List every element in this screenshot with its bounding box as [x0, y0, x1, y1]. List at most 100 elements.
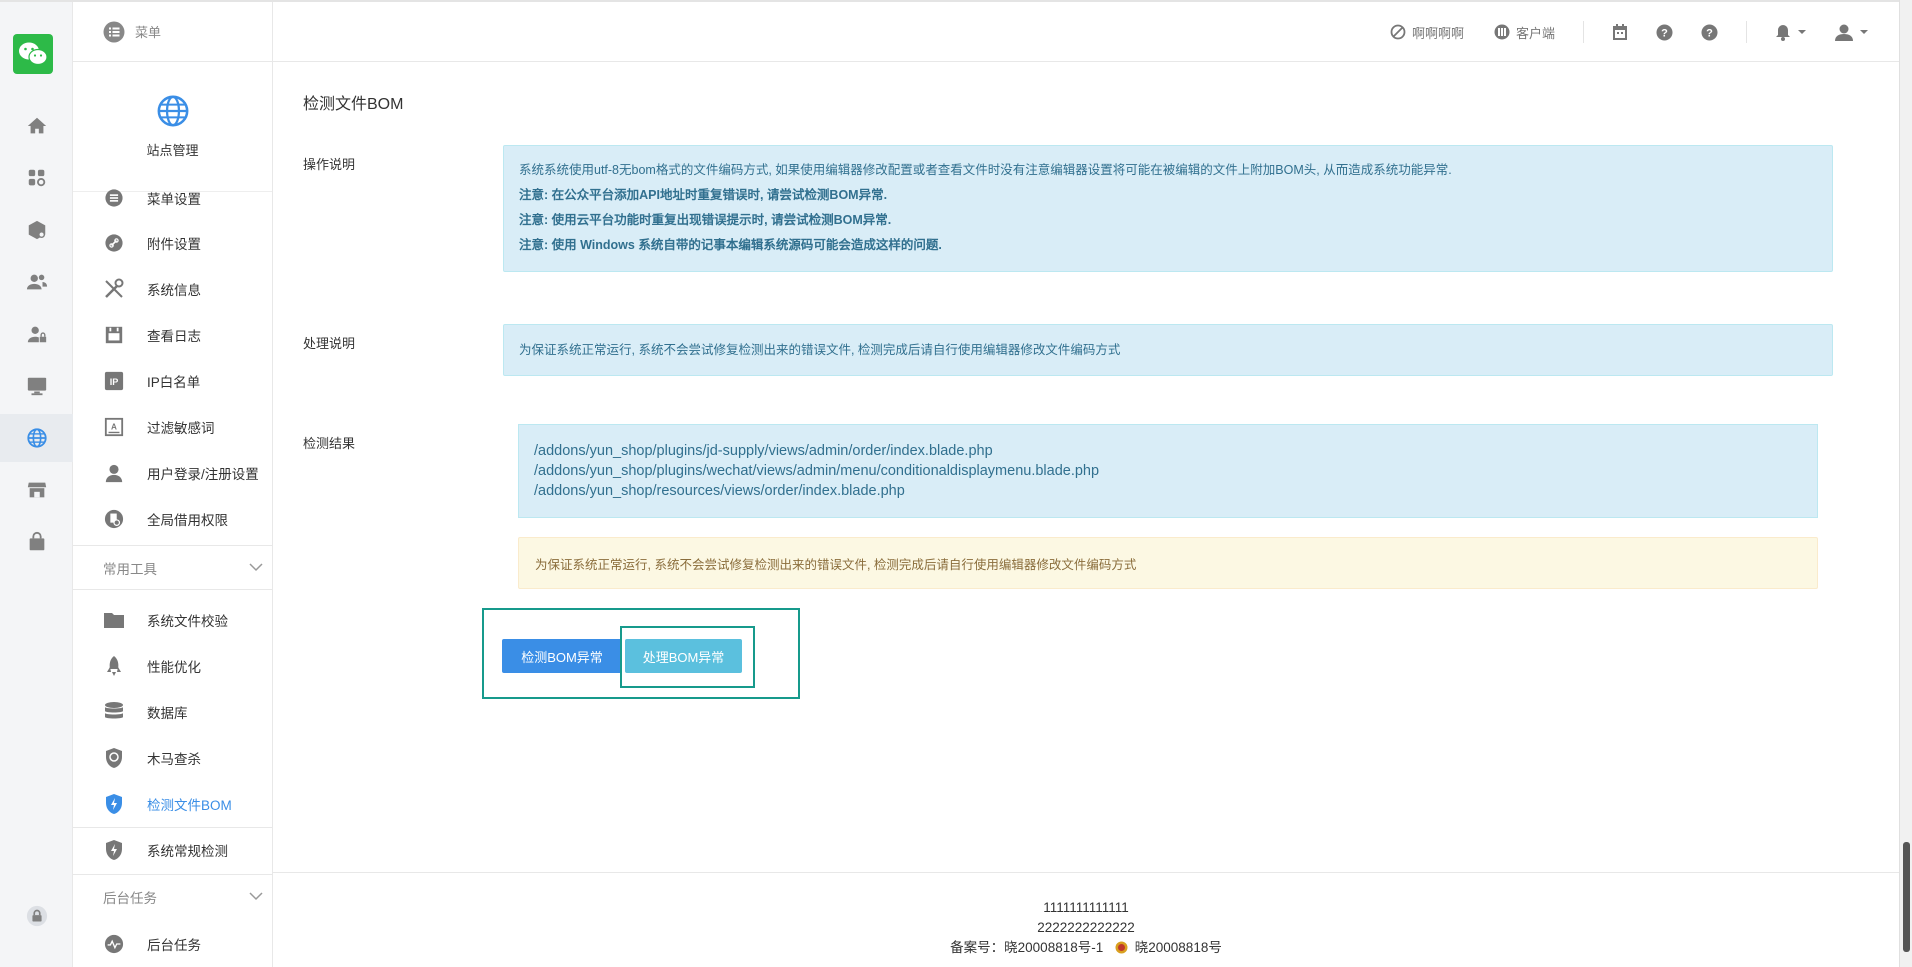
footer-beian-row: 备案号：晓20008818号-1 晓20008818号 [273, 938, 1899, 960]
wechat-logo[interactable] [13, 34, 53, 74]
page-title: 检测文件BOM [303, 96, 404, 113]
svg-text:?: ? [1706, 27, 1713, 39]
monitor-icon [27, 377, 46, 396]
menu-toggle[interactable]: 菜单 [73, 2, 272, 62]
nav-performance[interactable]: 性能优化 [73, 644, 273, 688]
proc-text: 为保证系统正常运行, 系统不会尝试修复检测出来的错误文件, 检测完成后请自行使用… [519, 343, 1121, 357]
group-label: 常用工具 [103, 561, 157, 577]
globe-icon [157, 95, 188, 127]
rail-user-lock[interactable] [0, 310, 73, 358]
police-link[interactable]: 晓20008818号 [1135, 940, 1222, 955]
svg-text:?: ? [1661, 27, 1668, 39]
rail-bag[interactable] [0, 518, 73, 566]
calendar-button[interactable] [1612, 23, 1628, 41]
group-common-tools[interactable]: 常用工具 [73, 545, 273, 589]
rail-users[interactable] [0, 258, 73, 306]
nav-background-task[interactable]: 后台任务 [73, 922, 273, 966]
nav-label: 系统文件校验 [147, 614, 228, 629]
store-icon [27, 482, 46, 498]
log-icon [103, 324, 125, 346]
users-icon [26, 274, 47, 290]
result-file: /addons/yun_shop/plugins/wechat/views/ad… [534, 463, 1100, 479]
site-management-header: 站点管理 [73, 62, 272, 192]
bell-icon [1776, 24, 1790, 41]
rail-apps[interactable] [0, 154, 73, 202]
svg-text:IP: IP [110, 377, 119, 387]
help-button-2[interactable]: ? [1701, 24, 1718, 41]
client-icon [1494, 24, 1510, 40]
nav-system-check[interactable]: 系统常规检测 [73, 828, 273, 872]
group-background-tasks[interactable]: 后台任务 [73, 874, 273, 918]
nav-database[interactable]: 数据库 [73, 690, 273, 734]
shield-icon [103, 747, 125, 769]
apps-icon [28, 169, 45, 187]
nav-global-permission[interactable]: 全局借用权限 [73, 497, 273, 541]
package-icon [28, 220, 45, 240]
nav-label: IP白名单 [147, 375, 201, 390]
user-lock-icon [27, 326, 46, 343]
nav-login-register-settings[interactable]: 用户登录/注册设置 [73, 451, 273, 495]
help-button[interactable]: ? [1656, 24, 1673, 41]
nav-detect-bom[interactable]: 检测文件BOM [73, 782, 273, 826]
nav-label: 菜单设置 [147, 192, 201, 207]
notifications-dropdown[interactable] [1775, 24, 1807, 41]
nav-label: 木马查杀 [147, 752, 201, 767]
nav-ip-whitelist[interactable]: IP IP白名单 [73, 359, 273, 403]
process-bom-button[interactable]: 处理BOM异常 [625, 639, 742, 673]
nav-attachment-settings[interactable]: 附件设置 [73, 221, 273, 265]
result-file-list: /addons/yun_shop/plugins/jd-supply/views… [518, 424, 1818, 518]
shopping-bag-icon [29, 531, 44, 551]
shield-bolt-icon [103, 793, 125, 815]
rail-package[interactable] [0, 206, 73, 254]
help-icon: ? [1701, 24, 1718, 40]
op-line: 系统系统使用utf-8无bom格式的文件编码方式, 如果使用编辑器修改配置或者查… [519, 163, 1452, 177]
nav-trojan-scan[interactable]: 木马查杀 [73, 736, 273, 780]
op-note: 注意: 使用 Windows 系统自带的记事本编辑系统源码可能会造成这样的问题. [519, 238, 942, 252]
rail-monitor[interactable] [0, 362, 73, 410]
nav-label: 系统常规检测 [147, 844, 228, 859]
calendar-icon [1613, 23, 1627, 40]
scrollbar-thumb[interactable] [1903, 842, 1910, 952]
home-icon [27, 117, 46, 134]
warning-alert: 为保证系统正常运行, 系统不会尝试修复检测出来的错误文件, 检测完成后请自行使用… [518, 537, 1818, 589]
rail-store[interactable] [0, 466, 73, 514]
page-scrollbar[interactable] [1899, 0, 1912, 967]
nav-system-info[interactable]: 系统信息 [73, 267, 273, 311]
operation-info-alert: 系统系统使用utf-8无bom格式的文件编码方式, 如果使用编辑器修改配置或者查… [503, 145, 1833, 272]
rail-lock[interactable] [0, 892, 73, 940]
user-dropdown[interactable] [1835, 24, 1869, 41]
header-link-client[interactable]: 客户端 [1494, 23, 1555, 42]
site-title: 站点管理 [146, 143, 199, 158]
nav-filter-words[interactable]: A 过滤敏感词 [73, 405, 273, 449]
wechat-icon [19, 42, 48, 66]
header-link-1[interactable]: 啊啊啊啊 [1390, 23, 1464, 42]
header-link-1-label: 啊啊啊啊 [1411, 25, 1464, 41]
ip-icon: IP [103, 370, 125, 392]
process-info-alert: 为保证系统正常运行, 系统不会尝试修复检测出来的错误文件, 检测完成后请自行使用… [503, 324, 1833, 376]
op-note: 注意: 在公众平台添加API地址时重复错误时, 请尝试检测BOM异常. [519, 188, 888, 202]
rail-home[interactable] [0, 102, 73, 150]
rail-site[interactable] [0, 414, 73, 462]
user-icon [1835, 24, 1853, 41]
op-label: 操作说明 [303, 157, 356, 172]
list-icon [103, 187, 125, 209]
footer-line-1: 1111111111111 [1043, 900, 1129, 915]
footer: 1111111111111 2222222222222 备案号：晓2000881… [273, 872, 1899, 967]
user-icon [103, 462, 125, 484]
nav-view-logs[interactable]: 查看日志 [73, 313, 273, 357]
nav-label: 性能优化 [147, 660, 201, 675]
main-content: 检测文件BOM 操作说明 系统系统使用utf-8无bom格式的文件编码方式, 如… [273, 62, 1899, 872]
nav-label: 过滤敏感词 [147, 421, 215, 436]
chevron-down-icon [249, 561, 263, 575]
nav-menu-settings[interactable]: 菜单设置 [73, 176, 273, 220]
beian-link[interactable]: 备案号：晓20008818号-1 [950, 940, 1103, 955]
chevron-down-icon [249, 890, 263, 904]
top-header: 啊啊啊啊 客户端 ? ? [273, 2, 1899, 62]
group-label: 后台任务 [103, 890, 157, 906]
detect-bom-button[interactable]: 检测BOM异常 [502, 639, 622, 673]
nav-label: 系统信息 [147, 283, 201, 298]
nav-label: 检测文件BOM [147, 798, 232, 813]
op-note: 注意: 使用云平台功能时重复出现错误提示时, 请尝试检测BOM异常. [519, 213, 892, 227]
activity-icon [103, 933, 125, 955]
nav-file-verify[interactable]: 系统文件校验 [73, 598, 273, 642]
